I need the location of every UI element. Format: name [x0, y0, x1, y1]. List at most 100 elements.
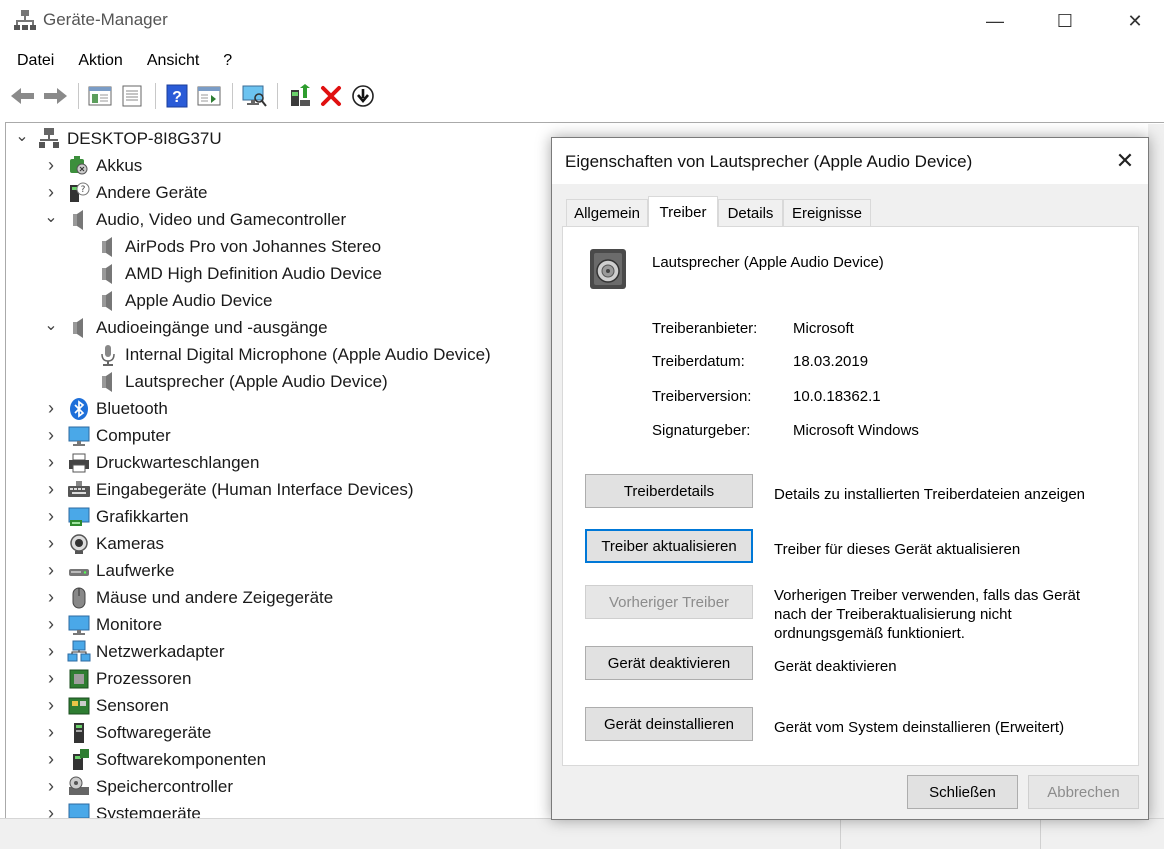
tree-device-item[interactable]: Apple Audio Device [72, 287, 272, 314]
show-hide-console-tree-button[interactable] [85, 81, 115, 111]
cancel-button[interactable]: Abbrechen [1028, 775, 1139, 809]
driver-provider-label: Treiberanbieter: [652, 320, 758, 337]
help-icon: ? [166, 84, 188, 108]
properties-button[interactable] [117, 81, 147, 111]
chevron-down-icon[interactable]: ⌄ [14, 126, 30, 146]
tab-allgemein[interactable]: Allgemein [566, 199, 648, 226]
tree-category-item[interactable]: ⌄ Audio, Video und Gamecontroller [43, 206, 346, 233]
chevron-right-icon[interactable]: › [43, 155, 59, 176]
tree-item-label: Andere Geräte [96, 182, 208, 202]
tree-category-item[interactable]: › Sensoren [43, 692, 169, 719]
display-adapter-icon [67, 505, 91, 529]
menu-aktion[interactable]: Aktion [70, 48, 130, 74]
tree-category-item[interactable]: › Netzwerkadapter [43, 638, 225, 665]
forward-button[interactable] [40, 81, 70, 111]
update-driver-button[interactable] [284, 81, 314, 111]
tree-category-item[interactable]: › Softwaregeräte [43, 719, 211, 746]
tree-category-item[interactable]: › Akkus [43, 152, 142, 179]
chevron-right-icon[interactable]: › [43, 695, 59, 716]
tab-ereignisse[interactable]: Ereignisse [783, 199, 871, 226]
tree-device-item[interactable]: AMD High Definition Audio Device [72, 260, 382, 287]
software-component-icon [67, 748, 91, 772]
menu-datei[interactable]: Datei [9, 48, 62, 74]
chevron-right-icon[interactable]: › [43, 722, 59, 743]
chevron-right-icon[interactable]: › [43, 614, 59, 635]
dialog-title-bar[interactable]: Eigenschaften von Lautsprecher (Apple Au… [552, 138, 1148, 184]
tree-item-label: DESKTOP-8I8G37U [67, 128, 222, 148]
uninstall-device-button[interactable]: Gerät deinstallieren [585, 707, 753, 741]
bluetooth-icon [67, 397, 91, 421]
maximize-button[interactable]: ☐ [1030, 0, 1100, 42]
driver-details-button[interactable]: Treiberdetails [585, 474, 753, 508]
svg-text:?: ? [172, 89, 182, 106]
tree-item-label: Akkus [96, 155, 143, 175]
tree-category-item[interactable]: › Softwarekomponenten [43, 746, 266, 773]
vertical-scrollbar[interactable] [1148, 124, 1164, 818]
help-button[interactable]: ? [162, 81, 192, 111]
update-driver-icon [291, 84, 310, 106]
processor-icon [67, 667, 91, 691]
action-pane-icon [197, 86, 221, 106]
tree-category-item[interactable]: › Eingabegeräte (Human Interface Devices) [43, 476, 414, 503]
tree-item-label: Kameras [96, 533, 165, 553]
roll-back-driver-button[interactable]: Vorheriger Treiber [585, 585, 753, 619]
menu-ansicht[interactable]: Ansicht [139, 48, 207, 74]
menu-help[interactable]: ? [215, 48, 240, 74]
chevron-right-icon[interactable]: › [43, 533, 59, 554]
dialog-close-button[interactable]: ✕ [1108, 146, 1142, 176]
scan-hardware-button[interactable] [239, 81, 269, 111]
title-bar[interactable]: Geräte-Manager — ☐ ✕ [0, 0, 1164, 42]
chevron-right-icon[interactable]: › [43, 452, 59, 473]
back-button[interactable] [8, 81, 38, 111]
chevron-right-icon[interactable]: › [43, 398, 59, 419]
tree-category-item[interactable]: › Bluetooth [43, 395, 168, 422]
tree-item-label: Audio, Video und Gamecontroller [96, 209, 347, 229]
close-dialog-button[interactable]: Schließen [907, 775, 1018, 809]
tab-details[interactable]: Details [718, 199, 783, 226]
tree-category-item[interactable]: › Systemgeräte [43, 800, 201, 818]
close-window-button[interactable]: ✕ [1100, 0, 1164, 42]
tab-label: Allgemein [574, 204, 640, 222]
action-pane-button[interactable] [194, 81, 224, 111]
tree-category-item[interactable]: ⌄ Audioeingänge und -ausgänge [43, 314, 328, 341]
update-driver-button[interactable]: Treiber aktualisieren [585, 529, 753, 563]
uninstall-device-button[interactable] [316, 81, 346, 111]
tree-root[interactable]: ⌄ DESKTOP-8I8G37U [14, 125, 222, 152]
tab-treiber[interactable]: Treiber [648, 196, 718, 227]
chevron-right-icon[interactable]: › [43, 560, 59, 581]
digital-signer-value: Microsoft Windows [793, 422, 919, 439]
chevron-down-icon[interactable]: ⌄ [43, 207, 59, 227]
tree-category-item[interactable]: › Prozessoren [43, 665, 191, 692]
install-driver-button[interactable] [348, 81, 378, 111]
download-driver-icon [352, 85, 374, 107]
tree-category-item[interactable]: › Grafikkarten [43, 503, 189, 530]
tree-device-item[interactable]: Lautsprecher (Apple Audio Device) [72, 368, 388, 395]
close-icon: ✕ [1115, 148, 1135, 173]
chevron-right-icon[interactable]: › [43, 587, 59, 608]
tree-category-item[interactable]: › Monitore [43, 611, 162, 638]
tree-category-item[interactable]: › Mäuse und andere Zeigegeräte [43, 584, 333, 611]
chevron-right-icon[interactable]: › [43, 182, 59, 203]
chevron-right-icon[interactable]: › [43, 776, 59, 797]
minimize-button[interactable]: — [960, 0, 1030, 42]
chevron-down-icon[interactable]: ⌄ [43, 315, 59, 335]
chevron-right-icon[interactable]: › [43, 803, 59, 818]
chevron-right-icon[interactable]: › [43, 749, 59, 770]
chevron-right-icon[interactable]: › [43, 425, 59, 446]
tree-device-item[interactable]: Internal Digital Microphone (Apple Audio… [72, 341, 491, 368]
status-divider [840, 819, 841, 849]
chevron-right-icon[interactable]: › [43, 479, 59, 500]
tree-category-item[interactable]: › Computer [43, 422, 171, 449]
disable-device-button[interactable]: Gerät deaktivieren [585, 646, 753, 680]
tree-category-item[interactable]: ›? Andere Geräte [43, 179, 208, 206]
tree-category-item[interactable]: › Druckwarteschlangen [43, 449, 259, 476]
chevron-right-icon[interactable]: › [43, 506, 59, 527]
chevron-right-icon[interactable]: › [43, 668, 59, 689]
tree-category-item[interactable]: › Kameras [43, 530, 164, 557]
chevron-right-icon[interactable]: › [43, 641, 59, 662]
tree-item-label: Internal Digital Microphone (Apple Audio… [125, 344, 491, 364]
tree-device-item[interactable]: AirPods Pro von Johannes Stereo [72, 233, 381, 260]
properties-dialog: Eigenschaften von Lautsprecher (Apple Au… [551, 137, 1149, 820]
tree-category-item[interactable]: › Speichercontroller [43, 773, 233, 800]
tree-category-item[interactable]: › Laufwerke [43, 557, 174, 584]
